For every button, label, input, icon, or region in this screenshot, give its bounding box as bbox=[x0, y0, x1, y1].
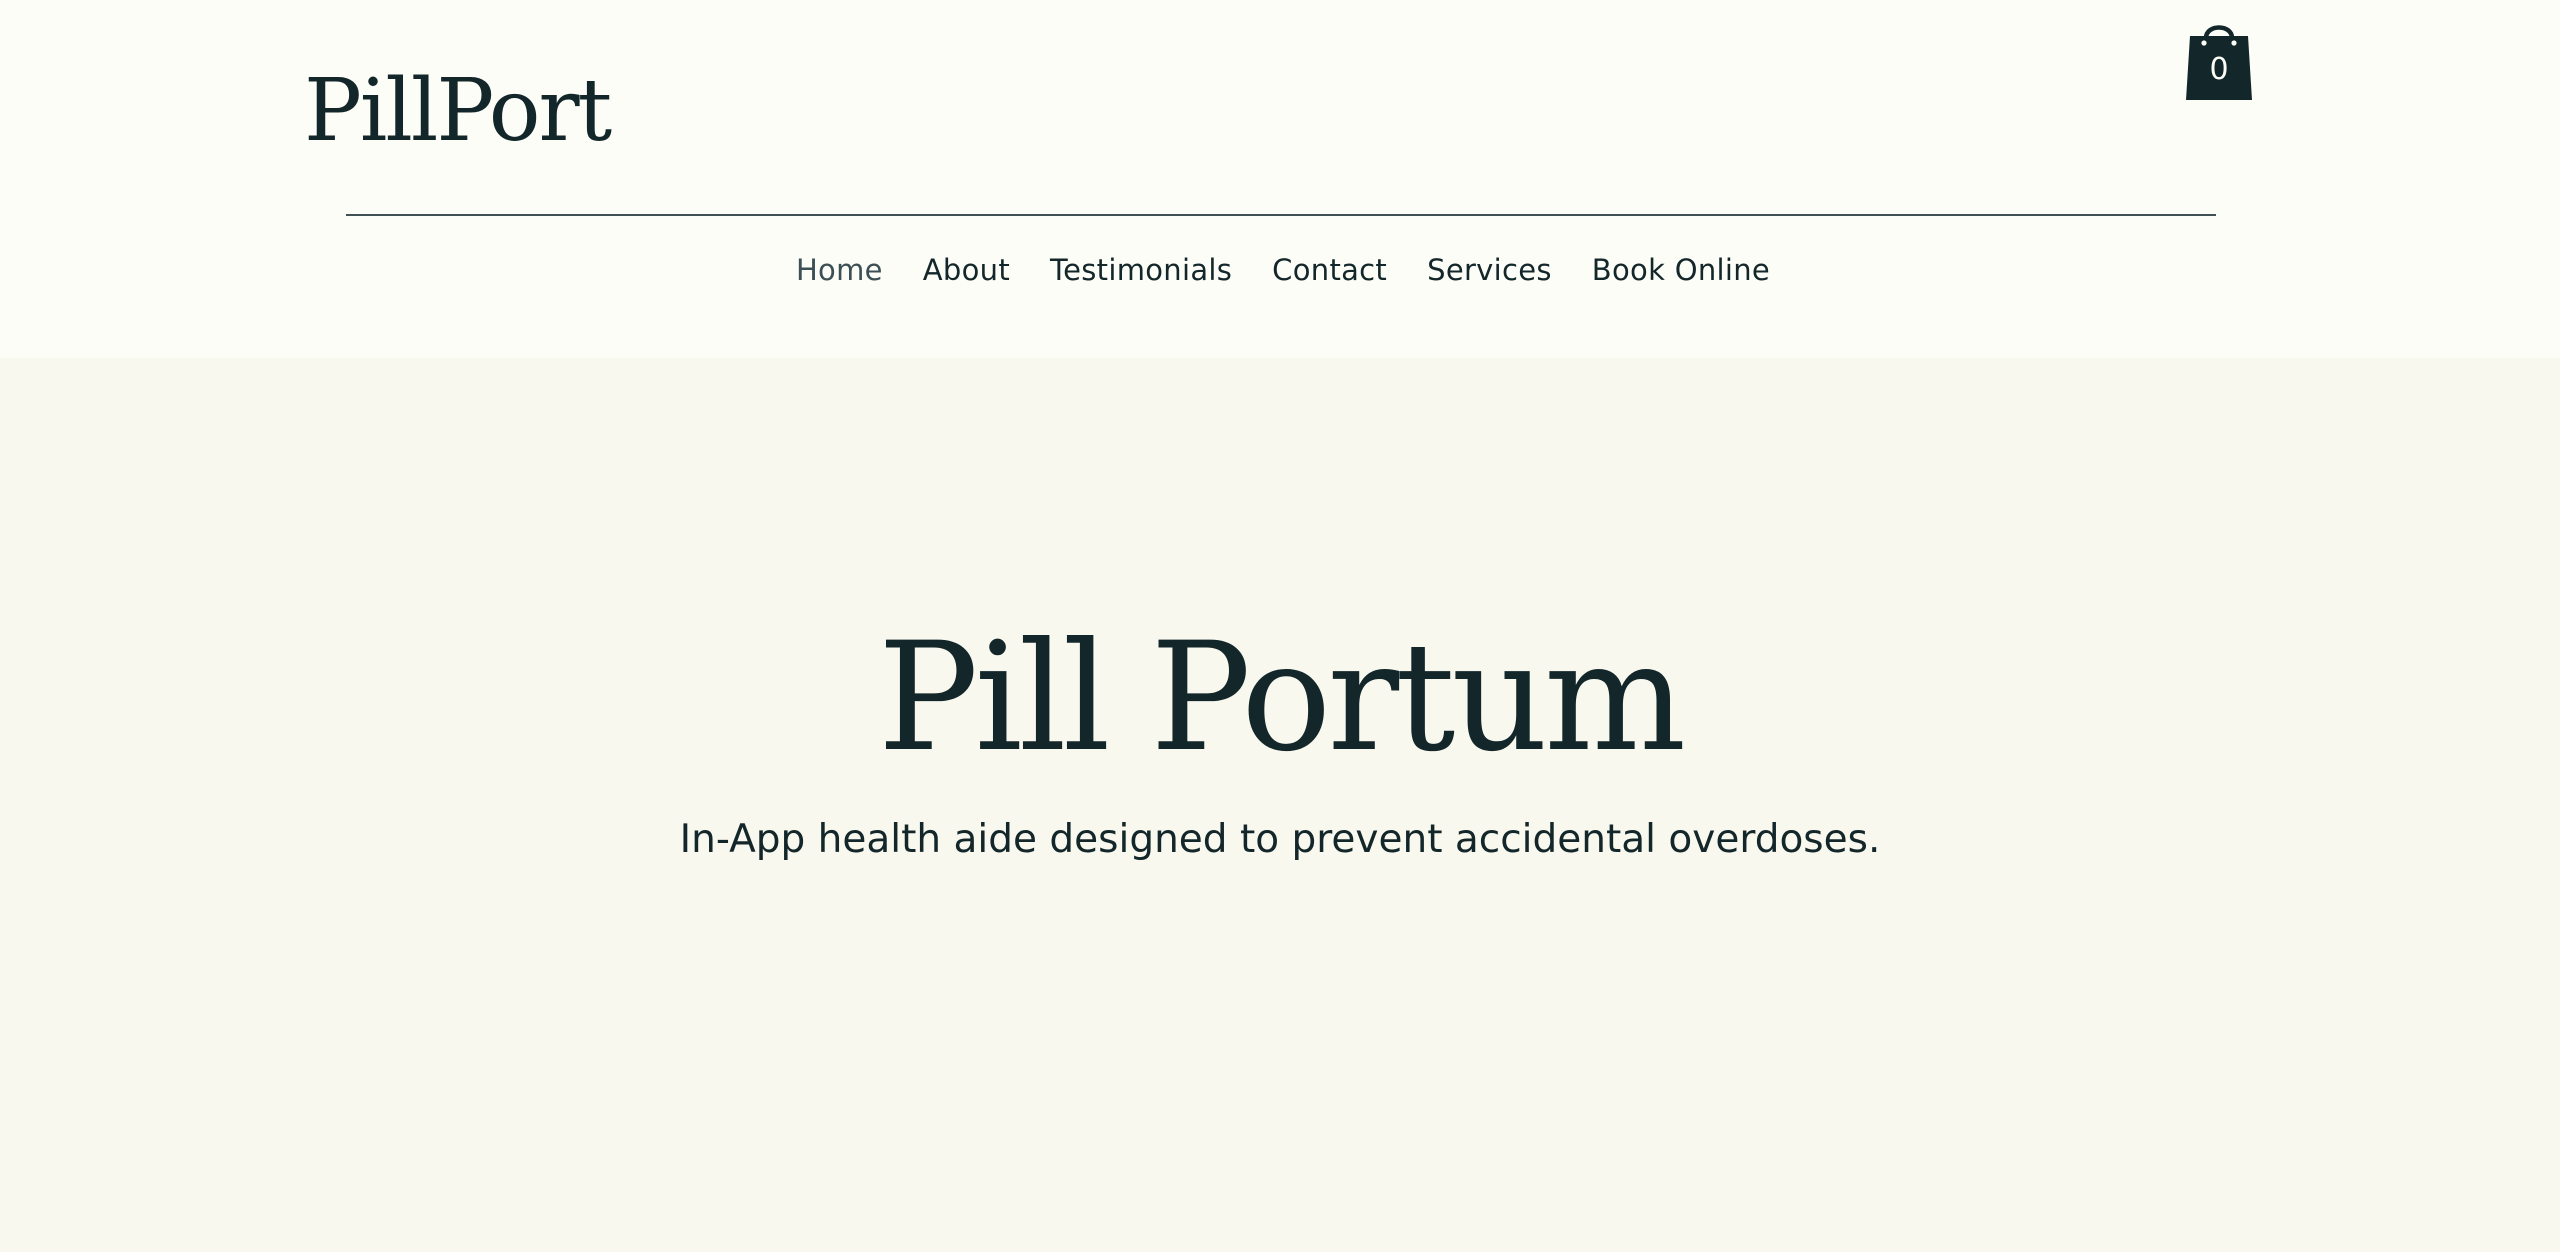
header-divider bbox=[346, 214, 2216, 216]
nav-item-home[interactable]: Home bbox=[796, 245, 883, 295]
nav-item-book-online[interactable]: Book Online bbox=[1592, 245, 1770, 295]
nav-item-contact[interactable]: Contact bbox=[1272, 245, 1387, 295]
main-nav: Home About Testimonials Contact Services… bbox=[0, 245, 2560, 295]
nav-item-testimonials[interactable]: Testimonials bbox=[1050, 245, 1232, 295]
hero-section: Pill Portum In-App health aide designed … bbox=[0, 358, 2560, 1252]
nav-item-services[interactable]: Services bbox=[1427, 245, 1552, 295]
hero-subtitle: In-App health aide designed to prevent a… bbox=[679, 817, 1881, 862]
hero-title: Pill Portum bbox=[877, 611, 1687, 785]
nav-item-about[interactable]: About bbox=[923, 245, 1010, 295]
site-logo[interactable]: PillPort bbox=[304, 52, 612, 170]
site-header: PillPort 0 Home About Testimonials Conta… bbox=[0, 0, 2560, 358]
cart-count: 0 bbox=[2209, 52, 2229, 87]
cart-button[interactable]: 0 bbox=[2186, 18, 2252, 100]
